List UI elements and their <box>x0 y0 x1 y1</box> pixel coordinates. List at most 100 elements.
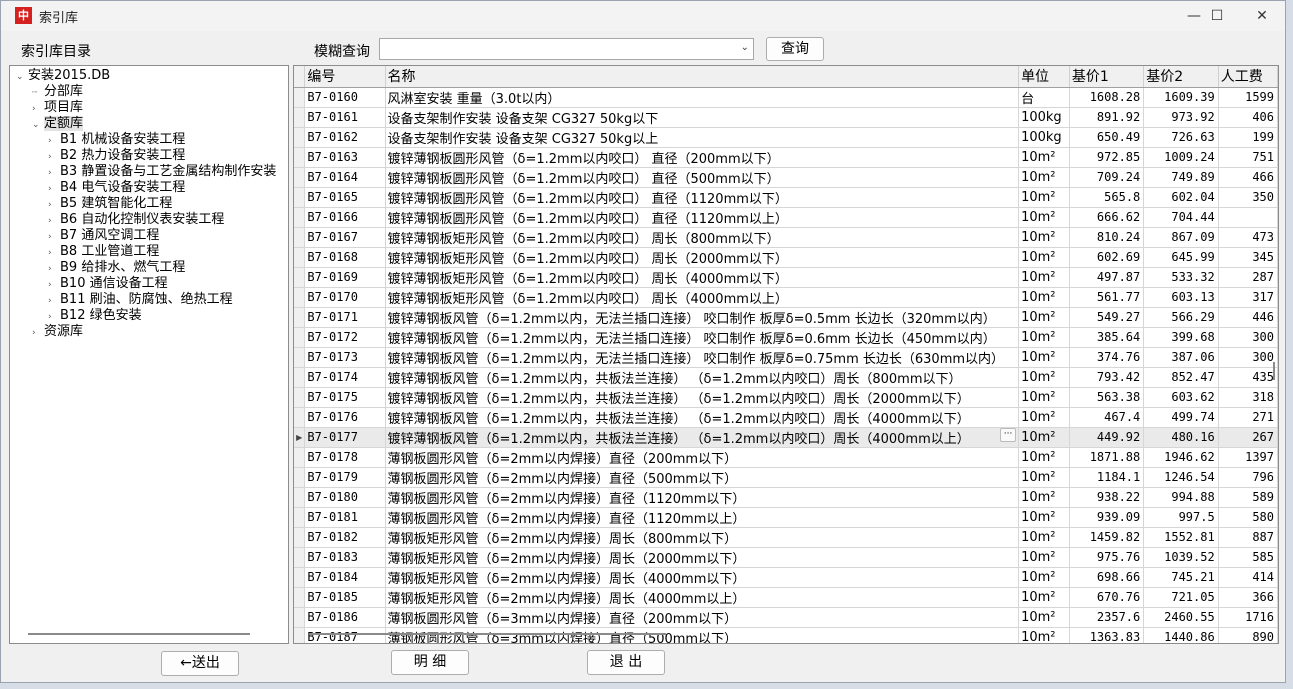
cell-labor[interactable]: 317 <box>1218 287 1278 308</box>
close-button[interactable]: ✕ <box>1239 1 1285 31</box>
cell-unit[interactable]: 10m² <box>1018 207 1070 228</box>
cell-unit[interactable]: 10m² <box>1018 307 1070 328</box>
chevron-right-icon[interactable]: › <box>48 165 60 181</box>
cell-price2[interactable]: 399.68 <box>1143 327 1219 348</box>
cell-code[interactable]: B7-0181 <box>304 507 386 528</box>
cell-labor[interactable]: 318 <box>1218 387 1278 408</box>
tree-node[interactable]: › B1 机械设备安装工程 <box>48 132 185 148</box>
cell-code[interactable]: B7-0163 <box>304 147 386 168</box>
chevron-down-icon[interactable]: ⌄ <box>741 42 749 53</box>
cell-labor[interactable]: 473 <box>1218 227 1278 248</box>
tree-horizontal-scrollbar[interactable] <box>28 633 250 635</box>
cell-name[interactable]: 镀锌薄钢板圆形风管（δ=1.2mm以内咬口） 直径（500mm以下） <box>385 167 1020 188</box>
cell-labor[interactable]: 585 <box>1218 547 1278 568</box>
chevron-right-icon[interactable]: › <box>48 133 60 149</box>
table-row[interactable]: B7-0169 镀锌薄钢板矩形风管（δ=1.2mm以内咬口） 周长（4000mm以… <box>294 267 1278 288</box>
cell-unit[interactable]: 10m² <box>1018 447 1070 468</box>
cell-name[interactable]: ··· 镀锌薄钢板风管（δ=1.2mm以内，共板法兰连接） （δ=1.2mm以内咬… <box>385 427 1020 448</box>
cell-unit[interactable]: 10m² <box>1018 187 1070 208</box>
cell-code[interactable]: B7-0176 <box>304 407 386 428</box>
chevron-right-icon[interactable]: › <box>48 261 60 277</box>
cell-labor[interactable]: 589 <box>1218 487 1278 508</box>
cell-price1[interactable]: 975.76 <box>1069 547 1145 568</box>
ellipsis-button[interactable]: ··· <box>1000 427 1017 442</box>
cell-price1[interactable]: 385.64 <box>1069 327 1145 348</box>
chevron-right-icon[interactable]: › <box>48 245 60 261</box>
cell-code[interactable]: B7-0173 <box>304 347 386 368</box>
table-row[interactable]: B7-0179 薄钢板圆形风管（δ=2mm以内焊接）直径（500mm以下） 10m²… <box>294 467 1278 488</box>
fuzzy-search-combobox[interactable]: ⌄ <box>379 38 754 60</box>
chevron-right-icon[interactable]: › <box>32 101 44 117</box>
table-row[interactable]: B7-0174 镀锌薄钢板风管（δ=1.2mm以内，共板法兰连接） （δ=1.2m… <box>294 367 1278 388</box>
table-row[interactable]: B7-0166 镀锌薄钢板圆形风管（δ=1.2mm以内咬口） 直径（1120mm以… <box>294 207 1278 228</box>
cell-price2[interactable]: 603.62 <box>1143 387 1219 408</box>
cell-labor[interactable]: 435 <box>1218 367 1278 388</box>
cell-price1[interactable]: 1363.83 <box>1069 627 1145 643</box>
table-row[interactable]: B7-0180 薄钢板圆形风管（δ=2mm以内焊接）直径（1120mm以下） 10m… <box>294 487 1278 508</box>
cell-price1[interactable]: 1871.88 <box>1069 447 1145 468</box>
cell-price1[interactable]: 650.49 <box>1069 127 1145 148</box>
chevron-down-icon[interactable]: ⌄ <box>32 117 44 133</box>
cell-unit[interactable]: 10m² <box>1018 367 1070 388</box>
tree-node[interactable]: › B8 工业管道工程 <box>48 244 159 260</box>
table-row[interactable]: B7-0163 镀锌薄钢板圆形风管（δ=1.2mm以内咬口） 直径（200mm以下… <box>294 147 1278 168</box>
cell-labor[interactable]: 271 <box>1218 407 1278 428</box>
table-row[interactable]: B7-0173 镀锌薄钢板风管（δ=1.2mm以内，无法兰插口连接） 咬口制作 板… <box>294 347 1278 368</box>
cell-labor[interactable]: 1599 <box>1218 87 1278 108</box>
chevron-right-icon[interactable]: › <box>48 197 60 213</box>
quota-grid[interactable]: 编号 名称 单位 基价1 基价2 人工费 B7-0160 风淋室安装 重量（3.0… <box>293 65 1279 644</box>
cell-price1[interactable]: 891.92 <box>1069 107 1145 128</box>
cell-labor[interactable]: 199 <box>1218 127 1278 148</box>
cell-price1[interactable]: 698.66 <box>1069 567 1145 588</box>
cell-price2[interactable]: 749.89 <box>1143 167 1219 188</box>
header-unit[interactable]: 单位 <box>1018 66 1070 88</box>
cell-code[interactable]: B7-0177 <box>304 427 386 448</box>
cell-price2[interactable]: 645.99 <box>1143 247 1219 268</box>
cell-unit[interactable]: 10m² <box>1018 467 1070 488</box>
cell-price2[interactable]: 1246.54 <box>1143 467 1219 488</box>
cell-unit[interactable]: 10m² <box>1018 347 1070 368</box>
cell-code[interactable]: B7-0178 <box>304 447 386 468</box>
cell-price1[interactable]: 810.24 <box>1069 227 1145 248</box>
cell-price2[interactable]: 602.04 <box>1143 187 1219 208</box>
cell-labor[interactable]: 300 <box>1218 347 1278 368</box>
cell-labor[interactable]: 366 <box>1218 587 1278 608</box>
cell-name[interactable]: 薄钢板矩形风管（δ=2mm以内焊接）周长（2000mm以下） <box>385 547 1020 568</box>
cell-unit[interactable]: 10m² <box>1018 327 1070 348</box>
header-price1[interactable]: 基价1 <box>1069 66 1145 88</box>
cell-price1[interactable]: 1184.1 <box>1069 467 1145 488</box>
table-row[interactable]: B7-0172 镀锌薄钢板风管（δ=1.2mm以内，无法兰插口连接） 咬口制作 板… <box>294 327 1278 348</box>
cell-price1[interactable]: 497.87 <box>1069 267 1145 288</box>
cell-price2[interactable]: 1009.24 <box>1143 147 1219 168</box>
chevron-right-icon[interactable]: › <box>48 181 60 197</box>
cell-name[interactable]: 镀锌薄钢板圆形风管（δ=1.2mm以内咬口） 直径（1120mm以上） <box>385 207 1020 228</box>
cell-labor[interactable]: 887 <box>1218 527 1278 548</box>
maximize-button[interactable]: ☐ <box>1194 1 1240 31</box>
cell-code[interactable]: B7-0161 <box>304 107 386 128</box>
tree-node[interactable]: › B4 电气设备安装工程 <box>48 180 185 196</box>
table-row[interactable]: B7-0162 设备支架制作安装 设备支架 CG327 50kg以上 100kg 65… <box>294 127 1278 148</box>
cell-price2[interactable]: 533.32 <box>1143 267 1219 288</box>
cell-labor[interactable]: 414 <box>1218 567 1278 588</box>
cell-price2[interactable]: 973.92 <box>1143 107 1219 128</box>
cell-name[interactable]: 镀锌薄钢板矩形风管（δ=1.2mm以内咬口） 周长（4000mm以下） <box>385 267 1020 288</box>
cell-unit[interactable]: 10m² <box>1018 487 1070 508</box>
table-row[interactable]: B7-0167 镀锌薄钢板矩形风管（δ=1.2mm以内咬口） 周长（800mm以下… <box>294 227 1278 248</box>
cell-labor[interactable]: 1716 <box>1218 607 1278 628</box>
table-row[interactable]: B7-0178 薄钢板圆形风管（δ=2mm以内焊接）直径（200mm以下） 10m²… <box>294 447 1278 468</box>
tree-node[interactable]: ┈ 分部库 <box>32 84 83 100</box>
chevron-right-icon[interactable]: › <box>48 277 60 293</box>
cell-name[interactable]: 镀锌薄钢板矩形风管（δ=1.2mm以内咬口） 周长（2000mm以下） <box>385 247 1020 268</box>
cell-price2[interactable]: 1552.81 <box>1143 527 1219 548</box>
cell-price1[interactable]: 666.62 <box>1069 207 1145 228</box>
cell-name[interactable]: 镀锌薄钢板矩形风管（δ=1.2mm以内咬口） 周长（800mm以下） <box>385 227 1020 248</box>
cell-labor[interactable]: 345 <box>1218 247 1278 268</box>
table-row[interactable]: B7-0171 镀锌薄钢板风管（δ=1.2mm以内，无法兰插口连接） 咬口制作 板… <box>294 307 1278 328</box>
tree-node[interactable]: › B3 静置设备与工艺金属结构制作安装 <box>48 164 276 180</box>
cell-code[interactable]: B7-0160 <box>304 87 386 108</box>
cell-price1[interactable]: 939.09 <box>1069 507 1145 528</box>
table-row[interactable]: B7-0160 风淋室安装 重量（3.0t以内）台 1608.28 1609.39 15… <box>294 87 1278 108</box>
header-code[interactable]: 编号 <box>304 66 386 88</box>
header-name[interactable]: 名称 <box>385 66 1020 88</box>
table-row[interactable]: B7-0182 薄钢板矩形风管（δ=2mm以内焊接）周长（800mm以下） 10m²… <box>294 527 1278 548</box>
